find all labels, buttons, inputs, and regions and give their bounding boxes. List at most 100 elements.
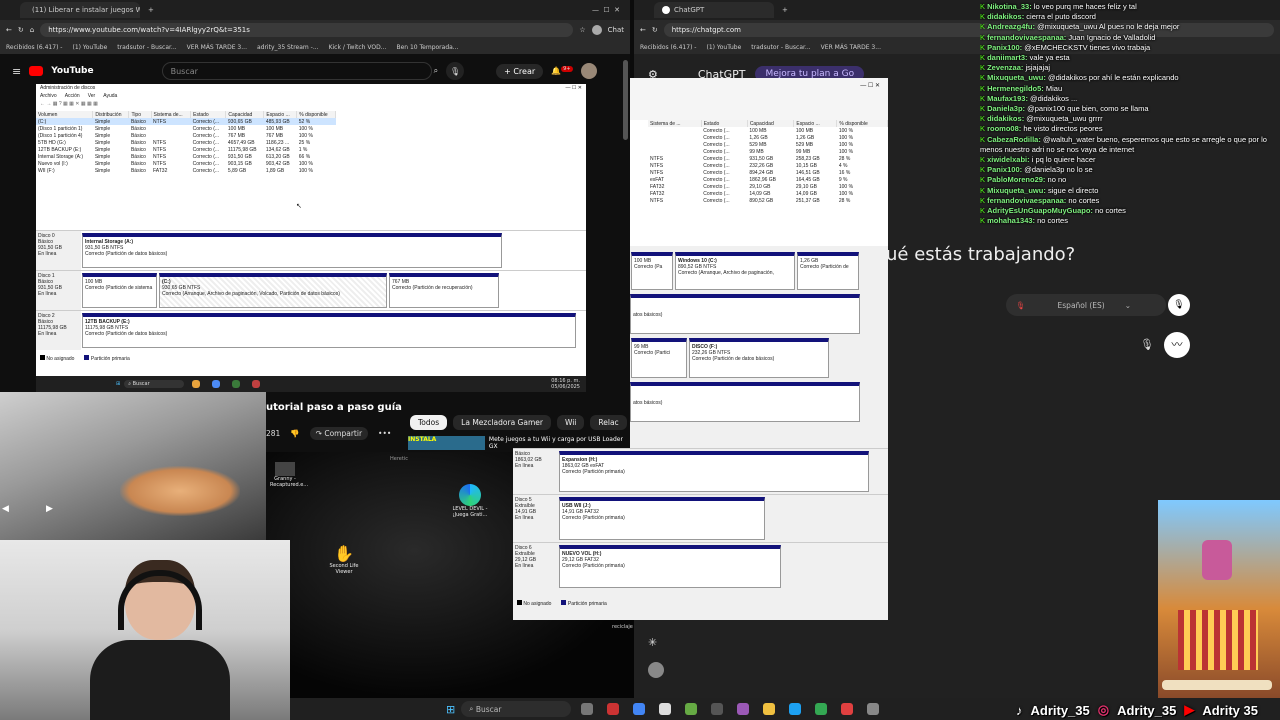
dislike-icon[interactable]: 👎 (290, 429, 299, 438)
share-button[interactable]: ↷ Compartir (309, 427, 369, 440)
table-row[interactable]: 12TB BACKUP (E:) Simple Básico NTFS Correcto… (36, 146, 336, 153)
avatar[interactable] (580, 63, 597, 79)
windows-start-icon[interactable]: ⊞ (116, 381, 120, 387)
chat-username[interactable]: PabloMoreno29: (987, 175, 1045, 184)
column-header[interactable]: Estado (701, 120, 748, 127)
new-tab-icon[interactable]: + (782, 6, 788, 14)
partition-block[interactable]: atos básicos) (630, 294, 860, 334)
browser-tab-chatgpt[interactable]: ChatGPT (654, 2, 774, 18)
disk-row-2[interactable]: Disco 2 Básico 11175,98 GB En línea 12TB… (36, 310, 586, 350)
disk-row-5[interactable]: Disco 5 Extraíble 14,91 GB En línea USB … (513, 494, 888, 542)
chat-username[interactable]: didakikos: (987, 12, 1024, 21)
chat-username[interactable]: fernandovivaespanaa: (987, 196, 1066, 205)
file-explorer-icon[interactable] (763, 703, 776, 715)
partition-block[interactable]: 1,26 GB Correcto (Partición de (797, 252, 859, 290)
edge-icon[interactable] (789, 703, 802, 715)
back-icon[interactable]: ← (6, 26, 12, 34)
chat-button[interactable]: Chat (608, 26, 624, 34)
partition-block[interactable]: 100 MB Correcto (Partición de sistema (82, 273, 157, 308)
new-tab-icon[interactable]: + (148, 6, 154, 14)
star-icon[interactable]: ☆ (579, 26, 585, 34)
column-header[interactable]: Distribución (92, 111, 130, 118)
table-row[interactable]: (Disco 1 partición 1) Simple Básico Correct… (36, 125, 336, 132)
taskbar-app-icon[interactable] (212, 380, 221, 388)
taskbar-app-icon[interactable] (685, 703, 698, 715)
menu-archivo[interactable]: Archivo (40, 93, 57, 101)
partition-block[interactable]: Internal Storage (A:) 931,50 GB NTFS Cor… (82, 233, 502, 268)
scrollbar[interactable] (623, 60, 628, 140)
chat-username[interactable]: Nikotina_33: (987, 2, 1032, 11)
disk-row-b[interactable]: 99 MB Correcto (Partici DISCO (F:) 232,26 … (630, 336, 888, 380)
taskbar-app-icon[interactable] (737, 703, 750, 715)
window-controls[interactable]: — ☐ ✕ (592, 6, 620, 14)
chat-username[interactable]: Panix100: (987, 165, 1022, 174)
youtube-logo-icon[interactable] (29, 66, 44, 76)
profile-avatar[interactable] (591, 25, 602, 35)
menu-accion[interactable]: Acción (65, 93, 80, 101)
chrome-icon[interactable] (633, 703, 646, 715)
notepad-icon[interactable] (659, 703, 672, 715)
column-header[interactable]: % disponible (836, 120, 888, 127)
table-row[interactable]: (C:) Simple Básico NTFS Correcto (... 930,65 … (36, 118, 336, 125)
disk-row-1[interactable]: Disco 1 Básico 931,50 GB En línea 100 MB… (36, 270, 586, 310)
column-header[interactable]: Sistema de ... (648, 120, 702, 127)
bookmark-6[interactable]: Ben 10 Temporada... (396, 44, 458, 51)
chip-wii[interactable]: Wii (556, 415, 585, 430)
bookmark-3[interactable]: VER MÁS TARDE 3... (187, 44, 247, 51)
reload-icon[interactable]: ↻ (652, 26, 658, 34)
partition-block[interactable]: 767 MB Correcto (Partición de recuperaci… (389, 273, 499, 308)
bookmark-2[interactable]: tradsutor - Buscar... (117, 44, 176, 51)
chat-username[interactable]: CabezaRodilla: (987, 135, 1041, 144)
taskbar-search[interactable]: ⌕ Buscar (124, 380, 185, 388)
language-selector[interactable]: 🎙 Español (ES) ⌄ (1006, 294, 1166, 316)
bookmark-1[interactable]: (1) YouTube (72, 44, 107, 51)
notifications-icon[interactable]: 🔔 9+ (551, 66, 573, 76)
chip-mezcladora[interactable]: La Mezcladora Gamer (453, 415, 551, 430)
video-player[interactable]: Administración de discos — ☐ ✕ Archivo A… (36, 84, 586, 392)
bookmark-0[interactable]: Recibidos (6.417) - (6, 44, 62, 51)
chat-username[interactable]: Mixuqueta_uwu: (987, 73, 1046, 82)
taskbar-app-icon[interactable] (841, 703, 854, 715)
mic-off-icon[interactable]: 🎙 (1016, 301, 1026, 310)
column-header[interactable]: Espacio ... (793, 120, 838, 127)
table-row[interactable]: Correcto (... 100 MB 100 MB 100 % (648, 127, 888, 134)
bookmark-5[interactable]: Kick / Twitch VOD... (329, 44, 387, 51)
desktop-icon-second-life[interactable]: ✋ Second Life Viewer (326, 544, 362, 575)
reload-icon[interactable]: ↻ (18, 26, 24, 34)
home-icon[interactable]: ⌂ (30, 26, 34, 34)
table-row[interactable]: FAT32 Correcto (... 14,09 GB 14,09 GB 100 % (648, 190, 888, 197)
taskbar-app-icon[interactable] (192, 380, 201, 388)
chat-username[interactable]: daniimart3: (987, 53, 1027, 62)
taskbar-app-icon[interactable] (607, 703, 620, 715)
column-header[interactable]: Sistema de... (151, 111, 192, 118)
bookmark-4[interactable]: adrity_35 Stream -... (257, 44, 319, 51)
chat-username[interactable]: didakikos: (987, 114, 1024, 123)
menu-ayuda[interactable]: Ayuda (103, 93, 117, 101)
chip-todos[interactable]: Todos (410, 415, 448, 430)
taskbar-app-icon[interactable] (232, 380, 241, 388)
more-icon[interactable]: ••• (378, 429, 391, 438)
taskbar-search[interactable]: ⌕ Buscar (461, 701, 572, 717)
table-row[interactable]: WII (F:) Simple Básico FAT32 Correcto (... 5,… (36, 167, 336, 174)
table-row[interactable]: (Disco 1 partición 4) Simple Básico Correct… (36, 132, 336, 139)
partition-block[interactable]: USB WII (J:) 14,91 GB FAT32 Correcto (Part… (559, 497, 765, 540)
task-view-icon[interactable] (581, 703, 594, 715)
chat-username[interactable]: AdrityEsUnGuapoMuyGuapo: (987, 206, 1093, 215)
column-header[interactable]: Volumen (36, 111, 94, 118)
chat-username[interactable]: Hermenegildo5: (987, 84, 1044, 93)
browser-tab-youtube[interactable]: (11) Liberar e instalar juegos Wii y ✕ (20, 2, 140, 18)
windows-start-icon[interactable]: ⊞ (446, 703, 455, 716)
chat-username[interactable]: Daniela3p: (987, 104, 1025, 113)
taskbar-app-icon[interactable] (867, 703, 880, 715)
column-header[interactable]: % disponible (296, 111, 336, 118)
mic-icon[interactable]: 🎙 (1140, 338, 1154, 351)
bookmark-2[interactable]: tradsutor - Buscar... (751, 44, 810, 51)
window-controls[interactable]: — ☐ ✕ (566, 85, 582, 92)
disk-row-a[interactable]: 100 MB Correcto (Pa Windows 10 (C:) 890,52… (630, 250, 888, 292)
partition-block[interactable]: DISCO (F:) 232,26 GB NTFS Correcto (Partic… (689, 338, 829, 378)
column-header[interactable]: Tipo (128, 111, 152, 118)
table-row[interactable]: 5TB HD (G:) Simple Básico NTFS Correcto (...… (36, 139, 336, 146)
voice-mode-button[interactable]: 〰 (1164, 332, 1190, 358)
column-header[interactable]: Capacidad (225, 111, 265, 118)
chat-username[interactable]: Mixuqueta_uwu: (987, 186, 1046, 195)
